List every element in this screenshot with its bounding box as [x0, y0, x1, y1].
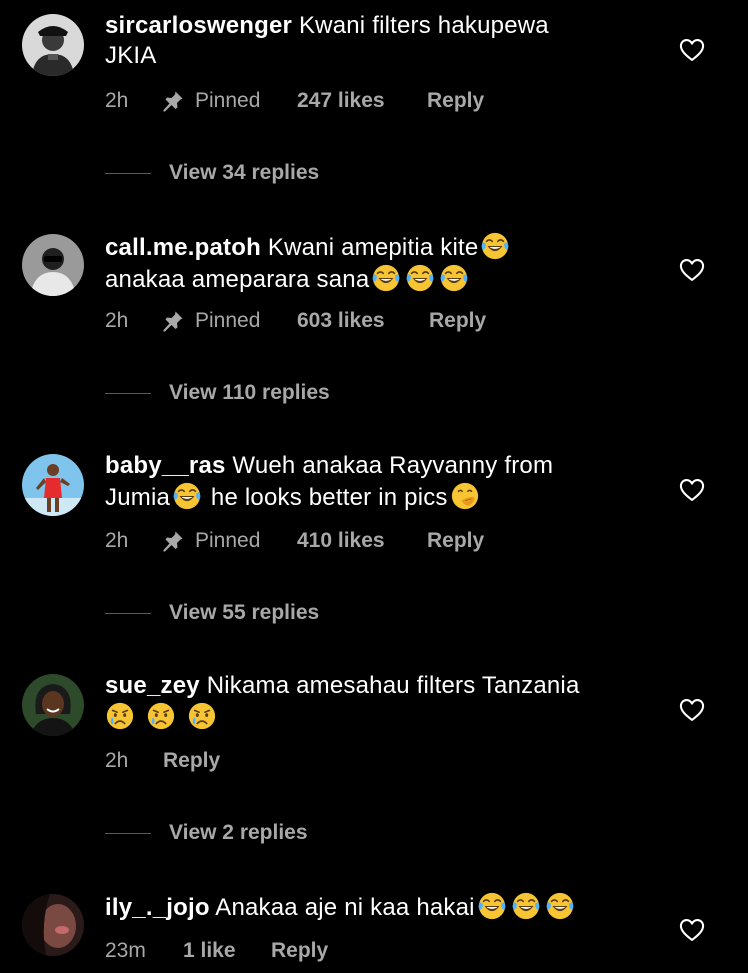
reply-button[interactable]: Reply — [429, 306, 486, 336]
avatar[interactable] — [22, 14, 84, 76]
comment-text: baby__ras Wueh anakaa Rayvanny from Jumi… — [105, 451, 645, 513]
pin-icon — [161, 89, 185, 113]
pinned-label: Pinned — [195, 309, 261, 332]
comment-username[interactable]: call.me.patoh — [105, 234, 261, 261]
pinned-indicator: Pinned — [161, 526, 260, 556]
comment-time: 2h — [105, 749, 129, 772]
comment-body-continued: JKIA — [105, 42, 157, 69]
comment-text: call.me.patoh Kwani amepitia kite anakaa… — [105, 231, 645, 295]
view-replies-label[interactable]: View 55 replies — [169, 598, 319, 628]
comment-text: sircarloswenger Kwani filters hakupewa J… — [105, 11, 645, 71]
likes-count[interactable]: 1 like — [183, 936, 236, 966]
tears-of-joy-emoji — [172, 481, 202, 511]
comment-username[interactable]: baby__ras — [105, 452, 226, 479]
crying-face-emoji — [187, 701, 217, 731]
comment-username[interactable]: ily_._jojo — [105, 894, 210, 921]
pinned-indicator: Pinned — [161, 306, 260, 336]
reply-button[interactable]: Reply — [427, 526, 484, 556]
pin-icon — [161, 309, 185, 333]
heart-outline-icon[interactable] — [678, 476, 706, 504]
comment-username[interactable]: sircarloswenger — [105, 12, 292, 39]
view-replies-label[interactable]: View 34 replies — [169, 158, 319, 188]
tears-of-joy-emoji — [480, 231, 510, 261]
tears-of-joy-emoji — [511, 891, 541, 921]
comment-body: Nikama amesahau filters Tanzania — [206, 672, 580, 699]
tears-of-joy-emoji — [371, 263, 401, 293]
crying-face-emoji — [105, 701, 135, 731]
comment-body: Anakaa aje ni kaa hakai — [215, 894, 475, 921]
comment-body: Wueh anakaa Rayvanny from — [232, 452, 554, 479]
view-replies-button[interactable]: View 110 replies — [105, 378, 405, 408]
replies-divider-line — [105, 613, 151, 614]
crying-face-emoji — [146, 701, 176, 731]
comment-time: 23m — [105, 939, 146, 962]
likes-count[interactable]: 603 likes — [297, 306, 385, 336]
pinned-label: Pinned — [195, 89, 261, 112]
comment-meta: 23m 1 like Reply — [105, 936, 525, 966]
comment-meta: 2h Pinned 410 likes Reply — [105, 526, 525, 556]
view-replies-button[interactable]: View 2 replies — [105, 818, 405, 848]
comment-time: 2h — [105, 89, 129, 112]
tears-of-joy-emoji — [439, 263, 469, 293]
tears-of-joy-emoji — [545, 891, 575, 921]
reply-button[interactable]: Reply — [163, 746, 220, 776]
replies-divider-line — [105, 173, 151, 174]
avatar[interactable] — [22, 454, 84, 516]
face-with-hand-over-mouth-emoji — [450, 481, 480, 511]
comment-body: Kwani filters hakupewa — [298, 12, 549, 39]
view-replies-label[interactable]: View 2 replies — [169, 818, 308, 848]
comment-meta: 2h Reply — [105, 746, 525, 776]
comment-time: 2h — [105, 529, 129, 552]
comment-body-continued: Jumia — [105, 484, 171, 511]
pinned-indicator: Pinned — [161, 86, 260, 116]
heart-outline-icon[interactable] — [678, 916, 706, 944]
heart-outline-icon[interactable] — [678, 256, 706, 284]
comment-text: sue_zey Nikama amesahau filters Tanzania — [105, 671, 645, 733]
comment-body-continued: he looks better in pics — [204, 484, 448, 511]
heart-outline-icon[interactable] — [678, 696, 706, 724]
comment-meta: 2h Pinned 247 likes Reply — [105, 86, 525, 116]
likes-count[interactable]: 247 likes — [297, 86, 385, 116]
pin-icon — [161, 529, 185, 553]
view-replies-button[interactable]: View 34 replies — [105, 158, 405, 188]
reply-button[interactable]: Reply — [427, 86, 484, 116]
avatar[interactable] — [22, 674, 84, 736]
tears-of-joy-emoji — [405, 263, 435, 293]
replies-divider-line — [105, 393, 151, 394]
comment-body: Kwani amepitia kite — [267, 234, 479, 261]
comment-meta: 2h Pinned 603 likes Reply — [105, 306, 525, 336]
comment-text: ily_._jojo Anakaa aje ni kaa hakai — [105, 891, 645, 923]
avatar[interactable] — [22, 234, 84, 296]
likes-count[interactable]: 410 likes — [297, 526, 385, 556]
view-replies-button[interactable]: View 55 replies — [105, 598, 405, 628]
comment-username[interactable]: sue_zey — [105, 672, 200, 699]
reply-button[interactable]: Reply — [271, 936, 328, 966]
comment-time: 2h — [105, 309, 129, 332]
avatar[interactable] — [22, 894, 84, 956]
replies-divider-line — [105, 833, 151, 834]
comment-body-continued: anakaa ameparara sana — [105, 266, 370, 293]
pinned-label: Pinned — [195, 529, 261, 552]
view-replies-label[interactable]: View 110 replies — [169, 378, 330, 408]
heart-outline-icon[interactable] — [678, 36, 706, 64]
tears-of-joy-emoji — [477, 891, 507, 921]
